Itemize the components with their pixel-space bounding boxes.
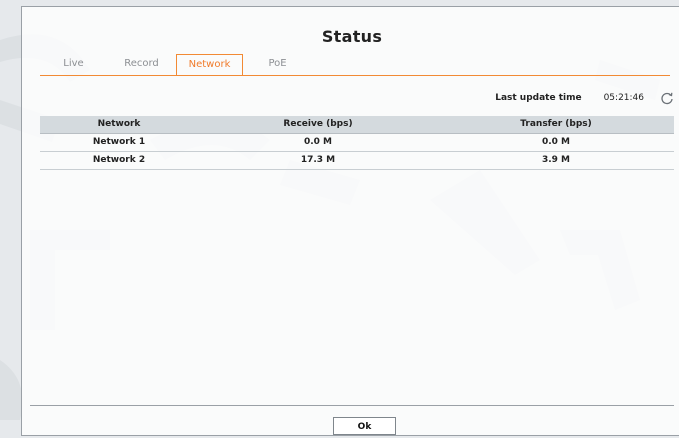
cell-receive: 0.0 M <box>303 137 333 147</box>
cell-receive: 17.3 M <box>300 155 336 165</box>
last-update-label: Last update time <box>495 93 582 103</box>
cell-network: Network 1 <box>92 137 146 147</box>
cell-transfer: 3.9 M <box>541 155 571 165</box>
tab-record[interactable]: Record <box>108 54 175 74</box>
header-receive: Receive (bps) <box>283 119 353 129</box>
network-table: Network Receive (bps) Transfer (bps) Net… <box>40 116 674 170</box>
ok-button[interactable]: Ok <box>333 417 396 435</box>
table-row: Network 1 0.0 M 0.0 M <box>40 134 674 152</box>
tab-live[interactable]: Live <box>40 54 107 74</box>
refresh-icon[interactable] <box>660 91 674 105</box>
table-row: Network 2 17.3 M 3.9 M <box>40 152 674 170</box>
tab-underline <box>40 75 670 76</box>
screen: Status Live Record Network PoE Last upda… <box>0 0 679 438</box>
cell-network: Network 2 <box>92 155 146 165</box>
tab-network[interactable]: Network <box>176 54 243 75</box>
tab-poe[interactable]: PoE <box>244 54 311 74</box>
status-dialog: Status Live Record Network PoE Last upda… <box>21 6 679 436</box>
cell-transfer: 0.0 M <box>541 137 571 147</box>
footer-divider <box>30 405 674 406</box>
header-transfer: Transfer (bps) <box>520 119 592 129</box>
table-header-row: Network Receive (bps) Transfer (bps) <box>40 116 674 134</box>
header-network: Network <box>97 119 141 129</box>
dialog-title: Status <box>321 27 383 46</box>
last-update-bar: Last update time 05:21:46 <box>495 89 674 107</box>
last-update-time: 05:21:46 <box>603 93 644 103</box>
